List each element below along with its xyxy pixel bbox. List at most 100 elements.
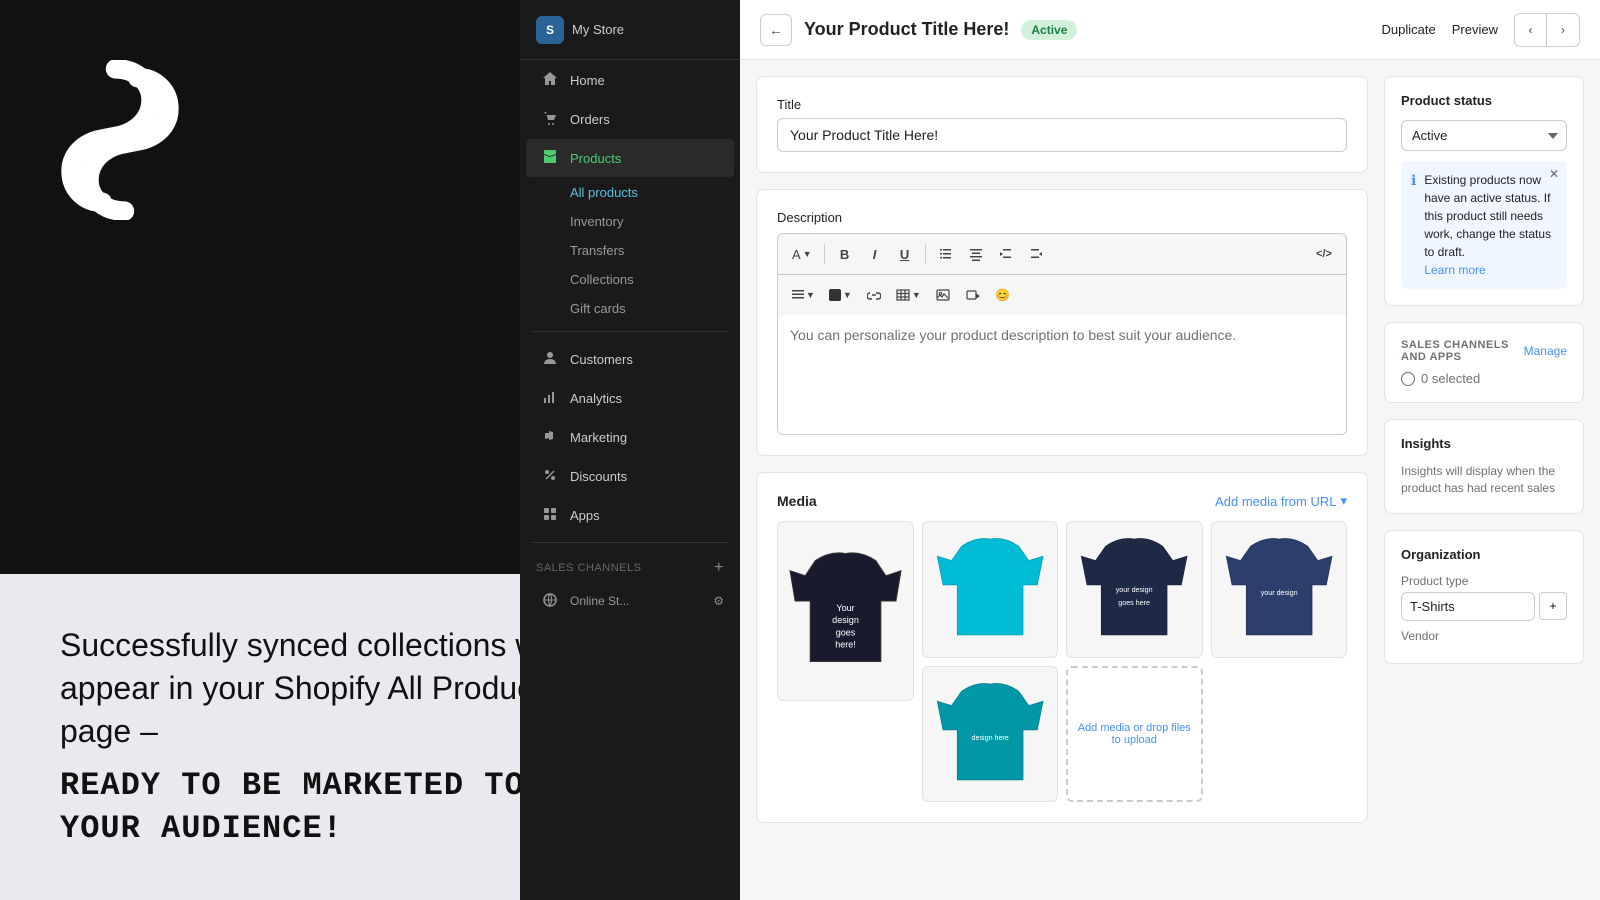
sidebar-item-home[interactable]: Home (526, 61, 734, 99)
settings-icon[interactable]: ⚙ (713, 594, 724, 608)
sidebar-sub-gift-cards[interactable]: Gift cards (526, 294, 734, 323)
status-select[interactable]: Active Draft (1401, 120, 1567, 151)
product-type-add-btn[interactable]: + (1539, 592, 1567, 620)
store-icon: S (536, 16, 564, 44)
toolbar-table-btn[interactable]: ▼ (890, 281, 927, 309)
sidebar-item-analytics[interactable]: Analytics (526, 379, 734, 417)
channels-count: 0 selected (1401, 371, 1567, 386)
toolbar-bold-btn[interactable]: B (831, 240, 859, 268)
customers-icon (542, 350, 560, 368)
preview-button[interactable]: Preview (1452, 22, 1498, 37)
description-label: Description (777, 210, 1347, 225)
nav-arrows: ‹ › (1514, 13, 1580, 47)
sidebar-item-marketing[interactable]: Marketing (526, 418, 734, 456)
product-type-input[interactable] (1401, 592, 1535, 621)
svg-text:design here: design here (971, 733, 1008, 741)
toolbar-align-btn[interactable]: ▼ (786, 281, 821, 309)
channels-header: SALES CHANNELS AND APPS Manage (1401, 339, 1567, 363)
sidebar-item-home-label: Home (570, 73, 605, 88)
home-icon (542, 71, 560, 89)
products-icon (542, 149, 560, 167)
duplicate-button[interactable]: Duplicate (1382, 22, 1436, 37)
product-type-section: Product type + (1401, 574, 1567, 621)
nav-divider-1 (532, 331, 728, 332)
insights-card: Insights Insights will display when the … (1384, 419, 1584, 514)
sidebar-sub-inventory[interactable]: Inventory (526, 207, 734, 236)
toolbar-indent-right-btn[interactable] (1022, 240, 1050, 268)
info-notice: ℹ Existing products now have an active s… (1401, 161, 1567, 289)
media-item-cyan[interactable] (922, 521, 1059, 658)
title-input[interactable] (777, 118, 1347, 152)
sidebar-sub-transfers[interactable]: Transfers (526, 236, 734, 265)
brand-logo (60, 60, 180, 225)
sidebar-item-customers-label: Customers (570, 352, 633, 367)
insights-title: Insights (1401, 436, 1567, 451)
media-card: Media Add media from URL ▾ Your de (756, 472, 1368, 823)
toolbar-indent-left-btn[interactable] (992, 240, 1020, 268)
toolbar-font-btn[interactable]: A ▼ (786, 240, 818, 268)
sidebar-item-discounts-label: Discounts (570, 469, 627, 484)
toolbar-image-btn[interactable] (929, 281, 957, 309)
shopify-panel: S My Store Home Orders Products All p (520, 0, 1600, 900)
toolbar-align-center-btn[interactable] (962, 240, 990, 268)
sidebar-sub-collections[interactable]: Collections (526, 265, 734, 294)
product-status-card: Product status Active Draft ℹ Existing p… (1384, 76, 1584, 306)
back-button[interactable]: ← (760, 14, 792, 46)
online-store-label: Online St... (570, 594, 629, 608)
notice-close-button[interactable]: ✕ (1549, 167, 1559, 181)
sidebar: S My Store Home Orders Products All p (520, 0, 740, 900)
media-upload-area[interactable]: Add media or drop files to upload (1066, 666, 1203, 803)
svg-text:your design: your design (1260, 589, 1297, 597)
right-column: Product status Active Draft ℹ Existing p… (1384, 76, 1584, 884)
manage-button[interactable]: Manage (1524, 344, 1567, 358)
media-item-dark[interactable]: your design (1211, 521, 1348, 658)
store-name: My Store (572, 22, 624, 37)
editor-body[interactable]: You can personalize your product descrip… (777, 315, 1347, 435)
product-status-title: Product status (1401, 93, 1567, 108)
sidebar-item-online-store[interactable]: Online St... ⚙ (526, 582, 734, 620)
toolbar-list-btn[interactable] (932, 240, 960, 268)
svg-text:goes: goes (835, 627, 855, 637)
add-media-button[interactable]: Add media from URL ▾ (1215, 493, 1347, 509)
marketing-icon (542, 428, 560, 446)
toolbar-emoji-btn[interactable]: 😊 (989, 281, 1017, 309)
brand-text-bold: READY TO BE MARKETED TO YOUR AUDIENCE! (60, 764, 580, 850)
toolbar-color-btn[interactable]: ▼ (823, 281, 858, 309)
sales-channels-card: SALES CHANNELS AND APPS Manage 0 selecte… (1384, 322, 1584, 403)
media-item-main[interactable]: Your design goes here! (777, 521, 914, 701)
toolbar-underline-btn[interactable]: U (891, 240, 919, 268)
prev-arrow[interactable]: ‹ (1515, 14, 1547, 46)
sidebar-item-apps[interactable]: Apps (526, 496, 734, 534)
sidebar-item-products[interactable]: Products (526, 139, 734, 177)
toolbar-link-btn[interactable] (860, 281, 888, 309)
media-item-cyan-small[interactable]: design here (922, 666, 1059, 803)
toolbar-code-btn[interactable]: </> (1310, 240, 1338, 268)
media-item-navy[interactable]: your design goes here (1066, 521, 1203, 658)
organization-card: Organization Product type + Vendor (1384, 530, 1584, 664)
sidebar-sub-all-products[interactable]: All products (526, 178, 734, 207)
add-channel-icon[interactable]: + (714, 559, 724, 577)
toolbar-video-btn[interactable] (959, 281, 987, 309)
product-type-label: Product type (1401, 574, 1567, 588)
info-icon: ℹ (1411, 172, 1416, 279)
online-store-icon (542, 592, 560, 610)
toolbar-divider-1 (824, 244, 825, 264)
description-card: Description A ▼ B I U (756, 189, 1368, 456)
brand-panel: Successfully synced collections will app… (0, 0, 520, 900)
circle-icon (1401, 372, 1415, 386)
apps-icon (542, 506, 560, 524)
learn-more-link[interactable]: Learn more (1424, 263, 1485, 277)
svg-text:here!: here! (835, 639, 856, 649)
left-column: Title Description A ▼ B I U (756, 76, 1368, 884)
insights-text: Insights will display when the product h… (1401, 463, 1567, 497)
sidebar-item-customers[interactable]: Customers (526, 340, 734, 378)
nav-divider-2 (532, 542, 728, 543)
sidebar-item-products-label: Products (570, 151, 621, 166)
sidebar-item-discounts[interactable]: Discounts (526, 457, 734, 495)
sidebar-item-orders[interactable]: Orders (526, 100, 734, 138)
editor-placeholder: You can personalize your product descrip… (790, 327, 1236, 343)
toolbar-italic-btn[interactable]: I (861, 240, 889, 268)
sales-channels-title: SALES CHANNELS AND APPS (1401, 339, 1524, 363)
svg-text:design: design (832, 615, 859, 625)
next-arrow[interactable]: › (1547, 14, 1579, 46)
